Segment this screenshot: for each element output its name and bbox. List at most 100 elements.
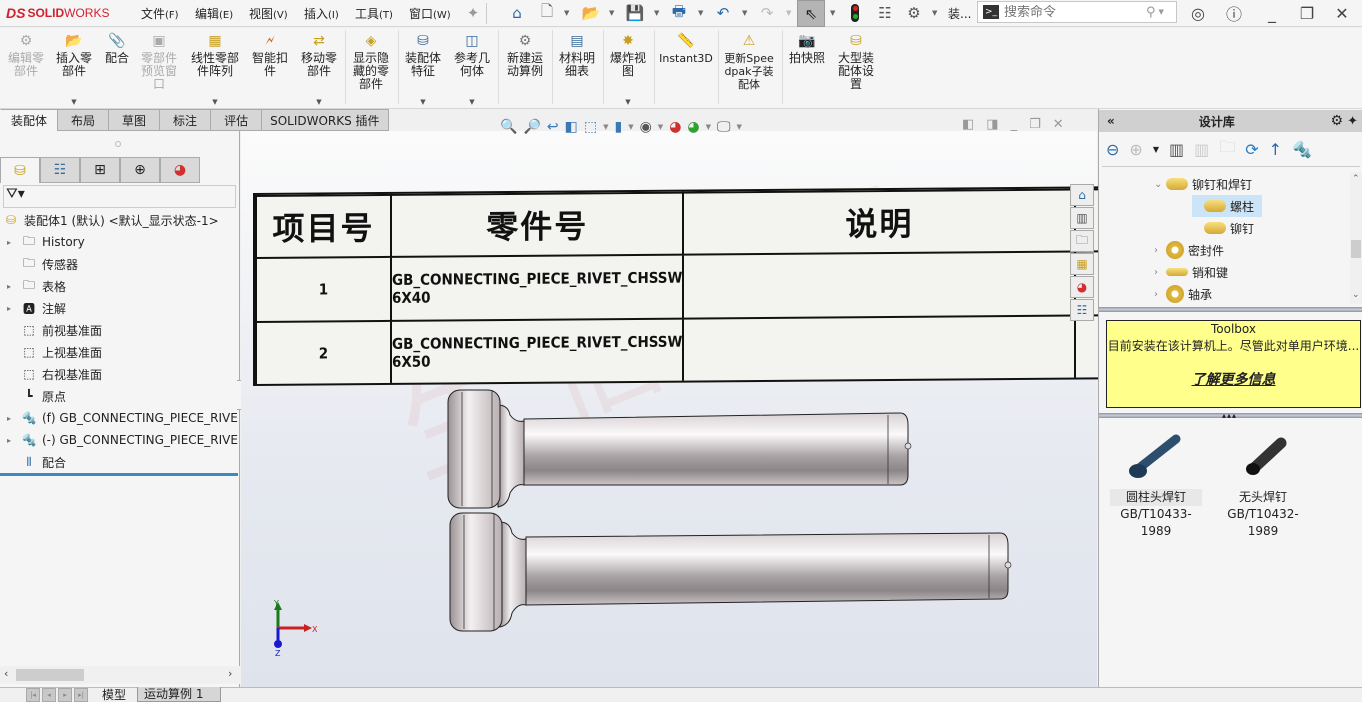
library-folder[interactable]: › 销和键 [1154, 261, 1228, 283]
open-icon[interactable]: 📂 [580, 3, 602, 23]
library-folder[interactable]: › 密封件 [1154, 239, 1224, 261]
search-commands-box[interactable]: >_ ⚲ ▼ [977, 1, 1177, 23]
insert-component-button[interactable]: 📂 插入零部件 ▼ [53, 32, 95, 107]
scroll-up-icon[interactable]: ⌃ [1352, 174, 1360, 184]
expand-arrow-icon[interactable]: › [1154, 289, 1166, 300]
expand-arrow-icon[interactable]: ▸ [4, 238, 14, 247]
first-tab-icon[interactable]: |◂ [26, 688, 40, 702]
learn-more-link[interactable]: 了解更多信息 [1107, 372, 1360, 389]
table-row[interactable]: 1 GB_CONNECTING_PIECE_RIVET_CHSSW 6X40 [256, 250, 1098, 322]
help-icon[interactable]: ⓘ [1222, 2, 1246, 24]
previous-view-icon[interactable]: ↩ [547, 119, 559, 135]
custom-properties-icon[interactable]: ☷ [1070, 299, 1094, 321]
edit-appearance-icon[interactable]: ◕ [669, 119, 681, 135]
bom-button[interactable]: ▤ 材料明细表 [556, 32, 598, 78]
library-folder[interactable]: › 轴承 [1154, 283, 1212, 305]
dropdown-arrow-icon[interactable]: ▼ [71, 96, 76, 109]
menu-edit[interactable]: 编辑(E) [195, 5, 233, 22]
options-gear-icon[interactable]: ⚙ [903, 3, 925, 23]
print-icon[interactable]: 🖶 [668, 2, 690, 23]
rebuild-traffic-light-icon[interactable] [851, 4, 859, 22]
feature-tree-icon[interactable]: ⛁ [0, 157, 40, 183]
display-manager-icon[interactable]: ◕ [160, 157, 200, 183]
search-input[interactable] [1004, 4, 1142, 20]
section-view-icon[interactable]: ◧ [565, 119, 578, 135]
scroll-left-icon[interactable]: ‹ [4, 667, 8, 680]
library-folder[interactable]: 螺柱 [1192, 195, 1263, 217]
next-tab-icon[interactable]: ▸ [58, 688, 72, 702]
configuration-manager-icon[interactable]: ⊞ [80, 157, 120, 183]
library-item[interactable]: 无头焊钉 GB/T10432-1989 [1213, 425, 1313, 540]
new-dropdown-icon[interactable]: ▼ [564, 9, 569, 17]
scroll-down-icon[interactable]: ⌄ [1352, 290, 1360, 300]
view-orientation-icon[interactable]: ⬚ [584, 119, 597, 135]
file-properties-icon[interactable]: ☷ [874, 3, 896, 23]
next-window-icon[interactable]: ◨ [986, 117, 998, 132]
tree-item[interactable]: 🗀 传感器 [0, 253, 78, 275]
tab-model[interactable]: 模型 [96, 687, 132, 702]
overflow-label[interactable]: 装... [948, 5, 971, 22]
tree-item[interactable]: ⬚ 右视基准面 [0, 363, 102, 385]
rivet-6x40[interactable] [447, 389, 912, 509]
linear-pattern-button[interactable]: ▦ 线性零部件阵列 ▼ [188, 32, 242, 107]
tab-motion-study[interactable]: 运动算例 1 [137, 687, 221, 702]
solidworks-logo[interactable]: DS SOLID WORKS [6, 4, 109, 22]
view-palette-icon[interactable]: ▦ [1070, 253, 1094, 275]
tab-evaluate[interactable]: 评估 [211, 109, 263, 131]
collapse-panel-icon[interactable]: « [1107, 114, 1115, 128]
search-icon[interactable]: ⚲ [1146, 5, 1156, 20]
pin-icon[interactable]: ✦ [1347, 114, 1358, 129]
expand-arrow-icon[interactable]: ▸ [4, 436, 14, 445]
move-component-button[interactable]: ⇄ 移动零部件 ▼ [298, 32, 340, 107]
view-settings-icon[interactable]: 🖵 [717, 119, 731, 135]
scroll-right-icon[interactable]: › [228, 667, 232, 680]
library-folder[interactable]: ⌄ 铆钉和焊钉 [1154, 173, 1252, 195]
select-dropdown-icon[interactable]: ▼ [830, 9, 835, 17]
up-one-level-icon[interactable]: ↑ [1269, 140, 1282, 159]
rivet-models[interactable] [440, 385, 1030, 635]
new-document-icon[interactable]: 🗋 [536, 2, 558, 23]
dropdown-arrow-icon[interactable]: ▼ [420, 96, 425, 109]
open-dropdown-icon[interactable]: ▼ [609, 9, 614, 17]
filter-box[interactable]: ⛛▾ [3, 185, 236, 208]
new-motion-study-button[interactable]: ⚙ 新建运动算例 [503, 32, 547, 78]
mate-button[interactable]: 📎 配合 [102, 32, 132, 65]
design-library-icon[interactable]: ▥ [1070, 207, 1094, 229]
tree-item[interactable]: ┗ 原点 [0, 385, 66, 407]
minimize-button[interactable]: _ [1260, 2, 1284, 24]
rivet-6x50[interactable] [449, 512, 1012, 632]
viewport-minimize-icon[interactable]: _ [1011, 117, 1018, 132]
expand-arrow-icon[interactable]: › [1154, 245, 1166, 256]
assembly-features-button[interactable]: ⛁ 装配体特征 ▼ [402, 32, 444, 107]
expand-arrow-icon[interactable]: ▸ [4, 304, 14, 313]
tree-item[interactable]: ▸ 🔩 (-) GB_CONNECTING_PIECE_RIVE [0, 429, 238, 451]
prev-tab-icon[interactable]: ◂ [42, 688, 56, 702]
settings-gear-icon[interactable]: ⚙ [1331, 113, 1344, 129]
panel-splitter-handle[interactable] [115, 141, 121, 147]
home-icon[interactable]: ⌂ [506, 3, 528, 23]
user-account-icon[interactable]: ◎ [1186, 2, 1210, 24]
dimxpert-icon[interactable]: ⊕ [120, 157, 160, 183]
tree-item[interactable]: ▸ 🗀 History [0, 231, 85, 253]
table-row[interactable]: 2 GB_CONNECTING_PIECE_RIVET_CHSSW6X50 1 [256, 314, 1098, 386]
instant3d-button[interactable]: 📏 Instant3D [658, 32, 714, 66]
bom-table[interactable]: 项目号 零件号 说明 数 1 GB_CONNECTING_PIECE_RIVET… [253, 186, 1098, 386]
collapse-arrow-icon[interactable]: ⌄ [1154, 179, 1166, 190]
options-dropdown-icon[interactable]: ▼ [932, 9, 937, 17]
splitter-grip-icon[interactable]: ▴▴▴ [1222, 411, 1237, 420]
hide-show-items-icon[interactable]: ◉ [640, 119, 652, 135]
rollback-bar[interactable] [0, 473, 238, 476]
back-icon[interactable]: ⊖ [1106, 140, 1119, 159]
tree-item[interactable]: ⫴ 配合 [0, 451, 66, 473]
filter-icon[interactable]: ⛛▾ [6, 186, 25, 202]
pane-splitter[interactable] [1099, 307, 1362, 312]
smart-fasteners-button[interactable]: 🗲 智能扣件 [250, 32, 290, 78]
library-vertical-scrollbar[interactable] [1350, 172, 1362, 304]
tree-item[interactable]: ⬚ 前视基准面 [0, 319, 102, 341]
appearances-icon[interactable]: ◕ [1070, 276, 1094, 298]
file-explorer-icon[interactable]: 🗀 [1070, 230, 1094, 252]
snapshot-button[interactable]: 📷 拍快照 [786, 32, 828, 65]
print-dropdown-icon[interactable]: ▼ [698, 9, 703, 17]
expand-arrow-icon[interactable]: ▸ [4, 282, 14, 291]
property-manager-icon[interactable]: ☷ [40, 157, 80, 183]
